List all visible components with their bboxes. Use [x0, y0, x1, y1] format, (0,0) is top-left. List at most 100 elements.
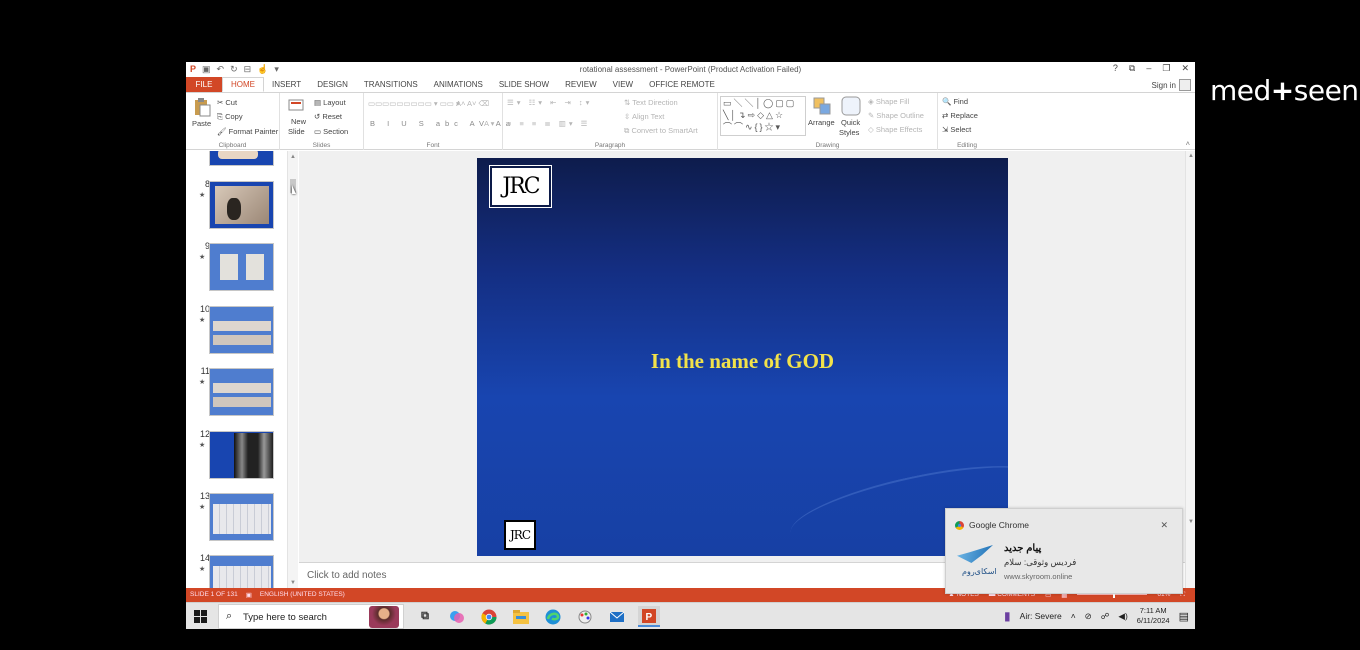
tab-file[interactable]: FILE	[186, 77, 222, 92]
paste-button[interactable]: Paste	[192, 119, 211, 128]
slide-editor[interactable]: JRC In the name of GOD JRC	[299, 151, 1185, 562]
copy-button[interactable]: ⎘ Copy	[217, 112, 243, 122]
clipboard-group-label: Clipboard	[218, 142, 247, 149]
quick-styles-label-2[interactable]: Styles	[839, 128, 859, 137]
current-slide[interactable]: JRC In the name of GOD JRC	[477, 158, 1008, 556]
paste-icon[interactable]	[193, 97, 211, 117]
slide-thumbnail-7[interactable]	[209, 151, 274, 166]
slide-thumbnail-13[interactable]	[209, 493, 274, 541]
network-icon[interactable]: ⊘	[1085, 611, 1092, 622]
paint-icon[interactable]	[574, 606, 596, 627]
air-quality-label[interactable]: Air: Severe	[1020, 611, 1062, 621]
section-button[interactable]: ▭ Section	[314, 127, 348, 136]
zoom-slider[interactable]	[1077, 591, 1148, 598]
watermark-plus: +	[1270, 74, 1294, 107]
file-explorer-icon[interactable]	[510, 606, 532, 627]
slide-thumbnail-14[interactable]	[209, 555, 274, 588]
slide-thumbnail-10[interactable]	[209, 306, 274, 354]
slide-thumbnail-9[interactable]	[209, 243, 274, 291]
language-indicator[interactable]: ENGLISH (UNITED STATES)	[260, 591, 345, 599]
layout-button[interactable]: ▤ Layout	[314, 98, 346, 107]
outlook-icon[interactable]	[606, 606, 628, 627]
close-button[interactable]: ✕	[1181, 63, 1189, 74]
scroll-up-icon[interactable]: ▲	[1188, 153, 1194, 159]
replace-button[interactable]: ⇄ Replace	[942, 111, 978, 120]
quick-styles-button[interactable]: Quick	[841, 118, 860, 127]
alignment-buttons[interactable]: ≡ ≡ ≡ ≣ ▥▾ ☰	[507, 119, 590, 128]
notification-app-name: Google Chrome	[969, 520, 1030, 530]
search-highlight-image[interactable]	[369, 606, 399, 628]
new-slide-button[interactable]: New	[291, 117, 306, 126]
shape-outline-button[interactable]: ✎ Shape Outline	[868, 111, 924, 120]
tab-slide-show[interactable]: SLIDE SHOW	[491, 77, 557, 92]
copilot-icon[interactable]	[446, 606, 468, 627]
slide-headline[interactable]: In the name of GOD	[477, 349, 1008, 374]
convert-smartart-button[interactable]: ⧉ Convert to SmartArt	[624, 126, 698, 136]
scroll-down-icon[interactable]: ▼	[1188, 519, 1194, 525]
medseen-watermark: med+seen	[1210, 74, 1359, 107]
taskbar-search-box[interactable]: ⌕ Type here to search	[218, 604, 404, 629]
slide-thumbnail-12[interactable]	[209, 431, 274, 479]
windows-start-icon[interactable]	[194, 610, 207, 623]
slide-thumbnail-11[interactable]	[209, 368, 274, 416]
tab-insert[interactable]: INSERT	[264, 77, 309, 92]
sign-in-label[interactable]: Sign in	[1152, 81, 1176, 90]
volume-icon[interactable]: ◀)	[1118, 611, 1127, 622]
tab-animations[interactable]: ANIMATIONS	[426, 77, 491, 92]
edge-icon[interactable]	[542, 606, 564, 627]
help-button[interactable]: ?	[1113, 63, 1118, 74]
wifi-icon[interactable]: ☍	[1101, 611, 1110, 622]
cut-button[interactable]: ✂ Cut	[217, 98, 237, 107]
sign-in[interactable]: Sign in	[1152, 79, 1191, 91]
close-notification-icon[interactable]: ✕	[1160, 520, 1168, 531]
tab-design[interactable]: DESIGN	[309, 77, 356, 92]
show-hidden-icons-icon[interactable]: ˄	[1071, 611, 1076, 621]
align-text-button[interactable]: ⇳ Align Text	[624, 112, 664, 121]
scroll-up-icon[interactable]: ▲	[290, 154, 296, 160]
text-direction-button[interactable]: ⇅ Text Direction	[624, 98, 678, 107]
list-buttons[interactable]: ☰▾ ☷▾ ⇤ ⇥ ↕▾	[507, 98, 592, 107]
new-slide-icon[interactable]	[288, 97, 304, 113]
tab-office-remote[interactable]: OFFICE REMOTE	[641, 77, 723, 92]
clock-time: 7:11 AM	[1139, 606, 1167, 615]
spellcheck-icon[interactable]: ▣	[246, 591, 252, 599]
editor-scrollbar[interactable]: ▲ ▼	[1185, 151, 1195, 588]
font-size-grow-shrink[interactable]: A˄ A˅ ⌫	[456, 99, 489, 108]
reset-button[interactable]: ↺ Reset	[314, 112, 342, 121]
chrome-notification-toast[interactable]: Google Chrome ✕ اسکای‌روم پیام جدید فردی…	[945, 508, 1183, 594]
collapse-ribbon-icon[interactable]: ˄	[1186, 139, 1190, 148]
animation-star-icon: ★	[199, 442, 206, 449]
new-slide-button-label-2[interactable]: Slide	[288, 127, 305, 136]
find-button[interactable]: 🔍 Find	[942, 97, 968, 106]
quick-styles-icon[interactable]	[841, 96, 861, 116]
notifications-icon[interactable]: ▤	[1179, 610, 1189, 623]
scroll-down-icon[interactable]: ▼	[290, 580, 296, 586]
shapes-gallery[interactable]: ▭＼＼│◯▢▢ ╲│↴⇨◇△☆ ⌒⌒∿{}☆▾	[720, 96, 806, 136]
arrange-icon[interactable]	[813, 97, 831, 115]
thumbnail-scrollbar[interactable]: ▲ ▼	[287, 151, 298, 588]
font-name-box[interactable]: ▭▭▭▭▭▭▭▭▭ ▾ ▭▭ ▾	[368, 99, 460, 108]
arrange-button[interactable]: Arrange	[808, 118, 835, 127]
ribbon-display-options-button[interactable]: ⧉	[1129, 63, 1135, 74]
tab-transitions[interactable]: TRANSITIONS	[356, 77, 426, 92]
font-color-button[interactable]: A ▾	[484, 119, 494, 128]
shape-fill-button[interactable]: ◈ Shape Fill	[868, 97, 909, 106]
air-quality-icon[interactable]: ▮	[1004, 609, 1011, 623]
select-button[interactable]: ⇲ Select	[942, 125, 971, 134]
powerpoint-taskbar-icon[interactable]: P	[638, 606, 660, 627]
tab-view[interactable]: VIEW	[605, 77, 641, 92]
task-view-icon[interactable]: ⧉	[414, 606, 436, 627]
slide-thumbnail-8[interactable]	[209, 181, 274, 229]
chrome-icon[interactable]	[478, 606, 500, 627]
notes-placeholder[interactable]: Click to add notes	[307, 570, 387, 581]
tab-review[interactable]: REVIEW	[557, 77, 605, 92]
search-placeholder[interactable]: Type here to search	[243, 612, 327, 623]
restore-button[interactable]: ❐	[1162, 63, 1170, 74]
user-avatar-icon[interactable]	[1179, 79, 1191, 91]
shape-effects-button[interactable]: ◇ Shape Effects	[868, 125, 922, 134]
tab-home[interactable]: HOME	[222, 77, 264, 92]
animation-star-icon: ★	[199, 379, 206, 386]
format-painter-button[interactable]: 🖌 Format Painter	[217, 127, 278, 136]
taskbar-clock[interactable]: 7:11 AM 6/11/2024	[1137, 606, 1170, 626]
minimize-button[interactable]: –	[1146, 63, 1151, 74]
